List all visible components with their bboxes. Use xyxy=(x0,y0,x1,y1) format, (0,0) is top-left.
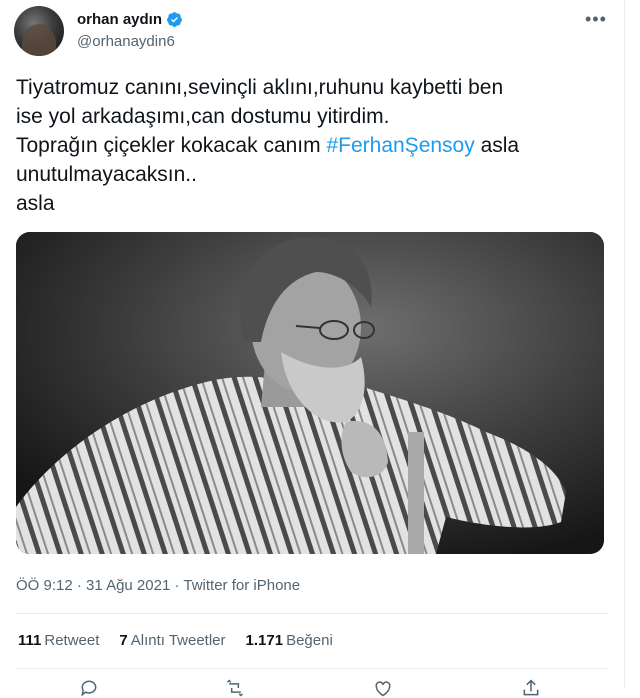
retweet-icon[interactable] xyxy=(224,678,246,698)
tweet-text-segment: Toprağın çiçekler kokacak canım xyxy=(16,134,327,157)
hashtag-link[interactable]: #FerhanŞensoy xyxy=(326,134,474,157)
tweet-card: orhan aydın @orhanaydin6 ••• Tiyatromuz … xyxy=(0,0,625,697)
share-icon[interactable] xyxy=(520,678,542,698)
retweet-label: Retweet xyxy=(44,632,100,649)
retweet-stat[interactable]: 111 Retweet xyxy=(18,632,99,649)
author-name-row: orhan aydın xyxy=(77,11,183,28)
quote-stat[interactable]: 7 Alıntı Tweetler xyxy=(119,632,225,649)
meta-separator: · xyxy=(72,577,87,594)
author-handle[interactable]: @orhanaydin6 xyxy=(77,33,175,50)
tweet-text-line: asla xyxy=(16,192,55,215)
tweet-text-line: Toprağın çiçekler kokacak canım #FerhanŞ… xyxy=(16,131,606,160)
avatar[interactable] xyxy=(14,6,64,56)
tweet-text-line: Tiyatromuz canını,sevinçli aklını,ruhunu… xyxy=(16,76,504,99)
quote-label: Alıntı Tweetler xyxy=(130,632,226,649)
tweet-stats: 111 Retweet 7 Alıntı Tweetler 1.171 Beğeni xyxy=(18,632,333,649)
tweet-photo[interactable] xyxy=(16,232,604,554)
author-display-name[interactable]: orhan aydın xyxy=(77,11,162,28)
photo-image xyxy=(16,232,604,554)
heart-icon[interactable] xyxy=(372,678,394,698)
divider xyxy=(16,613,608,614)
tweet-text-line: unutulmayacaksın.. xyxy=(16,163,197,186)
reply-icon[interactable] xyxy=(78,678,100,698)
like-stat[interactable]: 1.171 Beğeni xyxy=(246,632,333,649)
verified-badge-icon xyxy=(167,12,182,27)
like-count: 1.171 xyxy=(245,632,284,649)
more-horizontal-icon[interactable]: ••• xyxy=(585,9,607,30)
tweet-text-line: ise yol arkadaşımı,can dostumu yitirdim. xyxy=(16,105,390,128)
tweet-date[interactable]: 31 Ağu 2021 xyxy=(86,577,170,594)
retweet-count: 111 xyxy=(18,632,42,649)
like-label: Beğeni xyxy=(286,632,333,649)
tweet-text-segment: asla xyxy=(474,134,520,157)
quote-count: 7 xyxy=(119,632,128,649)
meta-separator: · xyxy=(170,577,184,594)
tweet-time[interactable]: ÖÖ 9:12 xyxy=(16,577,73,594)
tweet-source[interactable]: Twitter for iPhone xyxy=(183,577,300,594)
tweet-meta: ÖÖ 9:12 · 31 Ağu 2021 · Twitter for iPho… xyxy=(16,577,300,594)
divider xyxy=(16,668,608,669)
action-bar xyxy=(0,678,624,698)
tweet-text: Tiyatromuz canını,sevinçli aklını,ruhunu… xyxy=(16,73,606,218)
